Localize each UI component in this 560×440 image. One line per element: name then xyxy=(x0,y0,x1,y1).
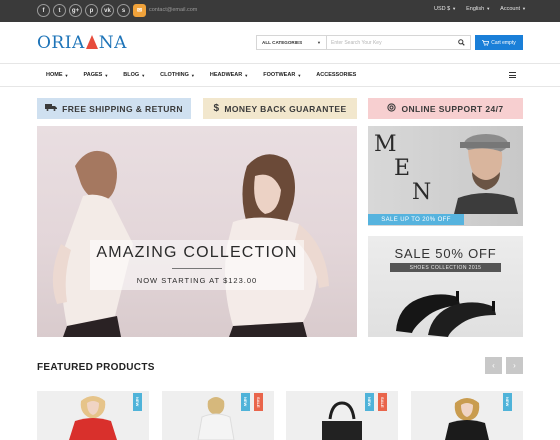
nav-item-label: Blog xyxy=(123,72,140,78)
top-right-menu: USD $ ▼ English ▼ Account ▼ xyxy=(434,6,526,12)
chevron-down-icon: ▼ xyxy=(64,72,69,78)
shoes-image xyxy=(396,291,496,337)
chevron-down-icon: ▼ xyxy=(486,6,491,11)
nav-item-home[interactable]: Home ▼ xyxy=(46,72,83,78)
featured-products-list: NEW SALE NEW SALE NEW NEW xyxy=(37,391,523,440)
chevron-down-icon: ▼ xyxy=(141,72,146,78)
men-model-image xyxy=(454,134,518,214)
search-category-label: ALL CATEGORIES xyxy=(262,40,303,45)
product-card[interactable]: NEW xyxy=(411,391,523,440)
men-banner[interactable]: M E N SALE UP TO 20% OFF xyxy=(368,126,523,226)
skype-icon[interactable]: s xyxy=(117,4,130,17)
sale-subtitle: SHOES COLLECTION 2015 xyxy=(390,263,501,272)
search-button[interactable] xyxy=(452,36,470,49)
featured-next-button[interactable]: › xyxy=(506,357,523,374)
nav-item-footwear[interactable]: Footwear ▼ xyxy=(263,72,316,78)
language-select[interactable]: English ▼ xyxy=(466,6,490,12)
twitter-icon[interactable]: t xyxy=(53,4,66,17)
nav-item-accessories[interactable]: Accessories xyxy=(316,72,371,78)
chevron-down-icon: ▼ xyxy=(297,72,302,78)
logo-text-left: ORIA xyxy=(37,33,85,53)
new-badge: NEW xyxy=(133,393,142,411)
chevron-down-icon: ▼ xyxy=(190,72,195,78)
hamburger-menu-icon[interactable] xyxy=(509,72,516,78)
logo-text-right: NA xyxy=(98,33,127,53)
search-icon xyxy=(457,39,465,46)
promo-online-support[interactable]: ONLINE SUPPORT 24/7 xyxy=(368,98,523,119)
currency-label: USD $ xyxy=(433,6,451,12)
language-label: English xyxy=(466,6,485,12)
chevron-down-icon: ▼ xyxy=(452,6,457,11)
main-nav: Home ▼ Pages ▼ Blog ▼ Clothing ▼ Headwear ▼ F… xyxy=(0,63,560,87)
men-letter-e: E xyxy=(394,156,411,181)
promo-label: ONLINE SUPPORT 24/7 xyxy=(401,103,504,114)
hero-headline: AMAZING COLLECTION xyxy=(96,244,298,261)
promo-free-shipping[interactable]: FREE SHIPPING & RETURN xyxy=(37,98,191,119)
chevron-down-icon: ▼ xyxy=(104,72,109,78)
nav-item-label: Pages xyxy=(83,72,103,78)
top-bar: f t g+ p vk s ✉ contact@email.com USD $ ▼… xyxy=(0,0,560,22)
nav-item-label: Home xyxy=(46,72,63,78)
truck-icon xyxy=(45,103,58,114)
chevron-down-icon: ▼ xyxy=(522,6,526,11)
new-badge: NEW xyxy=(503,393,512,411)
hero-subline: NOW STARTING AT $123.00 xyxy=(136,276,258,285)
nav-item-blog[interactable]: Blog ▼ xyxy=(123,72,160,78)
social-links: f t g+ p vk s ✉ xyxy=(37,4,146,17)
featured-prev-button[interactable]: ‹ xyxy=(485,357,502,374)
site-logo[interactable]: ORIA NA xyxy=(37,32,127,54)
product-card[interactable]: SALE NEW xyxy=(162,391,274,440)
vk-icon[interactable]: vk xyxy=(101,4,114,17)
product-card[interactable]: SALE NEW xyxy=(286,391,398,440)
men-letter-m: M xyxy=(374,132,397,157)
google-plus-icon[interactable]: g+ xyxy=(69,4,82,17)
support-icon xyxy=(387,102,397,115)
featured-products-title: FEATURED PRODUCTS xyxy=(37,362,155,373)
nav-item-headwear[interactable]: Headwear ▼ xyxy=(210,72,263,78)
contact-email[interactable]: contact@email.com xyxy=(149,7,197,13)
nav-item-label: Accessories xyxy=(316,72,357,78)
new-badge: NEW xyxy=(365,393,374,411)
hero-models-image xyxy=(52,150,329,337)
cart-label: Cart empty xyxy=(491,39,516,46)
search-input[interactable] xyxy=(327,36,452,49)
chevron-down-icon: ▼ xyxy=(244,72,249,78)
men-letter-n: N xyxy=(412,180,432,205)
pinterest-icon[interactable]: p xyxy=(85,4,98,17)
dollar-icon: $ xyxy=(213,103,220,114)
sale-badge: SALE xyxy=(378,393,387,411)
promo-label: MONEY BACK GUARANTEE xyxy=(224,103,347,114)
nav-item-label: Footwear xyxy=(263,72,296,78)
sale-title: SALE 50% OFF xyxy=(394,246,497,261)
cart-button[interactable]: Cart empty xyxy=(475,35,523,50)
nav-item-clothing[interactable]: Clothing ▼ xyxy=(160,72,210,78)
logo-triangle-icon xyxy=(85,35,98,49)
men-sale-tag: SALE UP TO 20% OFF xyxy=(368,214,464,225)
hero-banner[interactable]: AMAZING COLLECTION NOW STARTING AT $123.… xyxy=(37,126,357,337)
product-card[interactable]: NEW xyxy=(37,391,149,440)
mail-icon[interactable]: ✉ xyxy=(133,4,146,17)
account-label: Account xyxy=(500,6,521,12)
nav-item-label: Headwear xyxy=(209,72,243,78)
cart-icon xyxy=(482,39,490,46)
account-menu[interactable]: Account ▼ xyxy=(500,6,526,12)
promo-money-back[interactable]: $ MONEY BACK GUARANTEE xyxy=(203,98,357,119)
promo-label: FREE SHIPPING & RETURN xyxy=(62,103,183,114)
sale-badge: SALE xyxy=(254,393,263,411)
hero-divider xyxy=(172,268,222,269)
search-bar: ALL CATEGORIES ▼ xyxy=(256,35,471,50)
facebook-icon[interactable]: f xyxy=(37,4,50,17)
search-category-select[interactable]: ALL CATEGORIES ▼ xyxy=(257,36,327,49)
chevron-down-icon: ▼ xyxy=(317,40,321,45)
currency-select[interactable]: USD $ ▼ xyxy=(434,6,456,12)
new-badge: NEW xyxy=(241,393,250,411)
hero-caption: AMAZING COLLECTION NOW STARTING AT $123.… xyxy=(90,240,304,290)
nav-item-pages[interactable]: Pages ▼ xyxy=(83,72,123,78)
shoes-sale-banner[interactable]: SALE 50% OFF SHOES COLLECTION 2015 xyxy=(368,236,523,337)
nav-item-label: Clothing xyxy=(160,72,189,78)
